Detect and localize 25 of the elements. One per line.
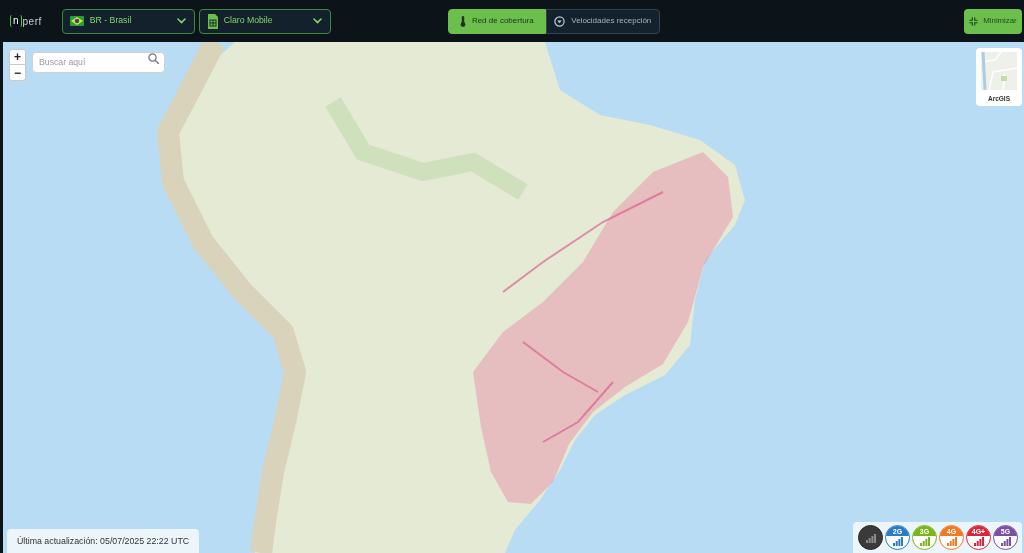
signal-bars-icon: [973, 537, 984, 546]
all-networks-button[interactable]: [858, 525, 883, 550]
zoom-out-button[interactable]: −: [9, 65, 26, 81]
circle-down-icon: [554, 15, 566, 27]
logo-mark: n: [10, 15, 22, 27]
signal-bars-icon: [892, 537, 903, 546]
chevron-down-icon: [176, 18, 186, 24]
chevron-down-icon: [312, 18, 322, 24]
signal-bars-icon: [1000, 537, 1011, 546]
signal-bars-icon: [865, 533, 876, 543]
logo-text: perf: [22, 14, 42, 29]
operator-select[interactable]: Claro Mobile: [198, 8, 331, 34]
sim-card-icon: [206, 13, 218, 29]
map-thumbnail: [981, 52, 1017, 90]
search-icon: [148, 53, 159, 64]
signal-bars-icon: [919, 537, 930, 546]
thermometer-icon: [459, 15, 466, 27]
country-select[interactable]: BR - Brasil: [61, 8, 195, 34]
view-tab[interactable]: Velocidades recepción: [545, 8, 660, 34]
signal-bars-icon: [946, 537, 957, 546]
last-update-text: Última actualización: 05/07/2025 22:22 UTC: [7, 528, 200, 553]
view-tab[interactable]: Red de cobertura: [447, 8, 546, 34]
compress-icon: [969, 16, 979, 26]
zoom-in-button[interactable]: +: [9, 49, 26, 65]
flag-icon: [69, 16, 84, 26]
